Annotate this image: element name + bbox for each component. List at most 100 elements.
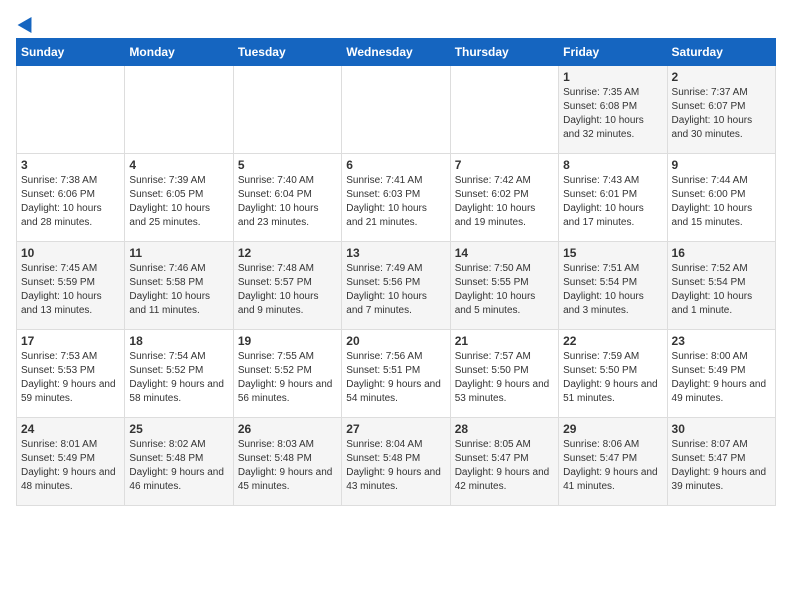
calendar-day-cell: 23 Sunrise: 8:00 AM Sunset: 5:49 PM Dayli… bbox=[667, 330, 775, 418]
day-info: Sunrise: 7:42 AM Sunset: 6:02 PM Dayligh… bbox=[455, 174, 554, 230]
day-number: 29 bbox=[563, 422, 662, 436]
calendar-day-cell: 27 Sunrise: 8:04 AM Sunset: 5:48 PM Dayli… bbox=[342, 418, 450, 506]
day-number: 10 bbox=[21, 246, 120, 260]
day-info: Sunrise: 7:53 AM Sunset: 5:53 PM Dayligh… bbox=[21, 350, 120, 406]
calendar-day-cell: 26Sunrise: 8:03 AM Sunset: 5:48 PM Dayli… bbox=[233, 418, 341, 506]
calendar-day-cell: 14 Sunrise: 7:50 AM Sunset: 5:55 PM Dayli… bbox=[450, 242, 558, 330]
day-number: 28 bbox=[455, 422, 554, 436]
calendar-day-cell: 18 Sunrise: 7:54 AM Sunset: 5:52 PM Dayli… bbox=[125, 330, 233, 418]
day-info: Sunrise: 7:40 AM Sunset: 6:04 PM Dayligh… bbox=[238, 174, 337, 230]
calendar-day-cell: 19 Sunrise: 7:55 AM Sunset: 5:52 PM Dayli… bbox=[233, 330, 341, 418]
calendar-day-cell: 25 Sunrise: 8:02 AM Sunset: 5:48 PM Dayli… bbox=[125, 418, 233, 506]
calendar-day-cell: 20Sunrise: 7:56 AM Sunset: 5:51 PM Dayli… bbox=[342, 330, 450, 418]
day-info: Sunrise: 8:01 AM Sunset: 5:49 PM Dayligh… bbox=[21, 438, 120, 494]
calendar-week-row: 1Sunrise: 7:35 AM Sunset: 6:08 PM Daylig… bbox=[17, 66, 776, 154]
day-number: 18 bbox=[129, 334, 228, 348]
calendar-header: SundayMondayTuesdayWednesdayThursdayFrid… bbox=[17, 39, 776, 66]
calendar-day-cell bbox=[342, 66, 450, 154]
calendar-day-cell bbox=[233, 66, 341, 154]
calendar-week-row: 24 Sunrise: 8:01 AM Sunset: 5:49 PM Dayli… bbox=[17, 418, 776, 506]
day-number: 7 bbox=[455, 158, 554, 172]
day-number: 17 bbox=[21, 334, 120, 348]
calendar-day-cell: 2Sunrise: 7:37 AM Sunset: 6:07 PM Daylig… bbox=[667, 66, 775, 154]
calendar-day-cell: 30 Sunrise: 8:07 AM Sunset: 5:47 PM Dayli… bbox=[667, 418, 775, 506]
calendar-day-cell: 15 Sunrise: 7:51 AM Sunset: 5:54 PM Dayli… bbox=[559, 242, 667, 330]
day-number: 9 bbox=[672, 158, 771, 172]
day-number: 5 bbox=[238, 158, 337, 172]
calendar-week-row: 10 Sunrise: 7:45 AM Sunset: 5:59 PM Dayli… bbox=[17, 242, 776, 330]
calendar-day-cell: 12 Sunrise: 7:48 AM Sunset: 5:57 PM Dayli… bbox=[233, 242, 341, 330]
day-info: Sunrise: 8:04 AM Sunset: 5:48 PM Dayligh… bbox=[346, 438, 445, 494]
day-number: 24 bbox=[21, 422, 120, 436]
day-number: 20 bbox=[346, 334, 445, 348]
calendar-week-row: 3Sunrise: 7:38 AM Sunset: 6:06 PM Daylig… bbox=[17, 154, 776, 242]
day-number: 8 bbox=[563, 158, 662, 172]
weekday-header: Friday bbox=[559, 39, 667, 66]
calendar-day-cell: 8 Sunrise: 7:43 AM Sunset: 6:01 PM Daylig… bbox=[559, 154, 667, 242]
day-number: 16 bbox=[672, 246, 771, 260]
day-info: Sunrise: 8:02 AM Sunset: 5:48 PM Dayligh… bbox=[129, 438, 228, 494]
day-info: Sunrise: 7:51 AM Sunset: 5:54 PM Dayligh… bbox=[563, 262, 662, 318]
logo-triangle-icon bbox=[18, 13, 39, 33]
weekday-header: Wednesday bbox=[342, 39, 450, 66]
calendar-day-cell: 3Sunrise: 7:38 AM Sunset: 6:06 PM Daylig… bbox=[17, 154, 125, 242]
day-number: 22 bbox=[563, 334, 662, 348]
day-info: Sunrise: 7:50 AM Sunset: 5:55 PM Dayligh… bbox=[455, 262, 554, 318]
day-number: 13 bbox=[346, 246, 445, 260]
day-number: 4 bbox=[129, 158, 228, 172]
day-number: 1 bbox=[563, 70, 662, 84]
weekday-header: Sunday bbox=[17, 39, 125, 66]
calendar-day-cell: 22 Sunrise: 7:59 AM Sunset: 5:50 PM Dayli… bbox=[559, 330, 667, 418]
day-number: 23 bbox=[672, 334, 771, 348]
logo-blue-text bbox=[16, 16, 36, 30]
weekday-header: Monday bbox=[125, 39, 233, 66]
calendar-day-cell: 5 Sunrise: 7:40 AM Sunset: 6:04 PM Daylig… bbox=[233, 154, 341, 242]
day-info: Sunrise: 7:48 AM Sunset: 5:57 PM Dayligh… bbox=[238, 262, 337, 318]
calendar-day-cell: 29Sunrise: 8:06 AM Sunset: 5:47 PM Dayli… bbox=[559, 418, 667, 506]
calendar-day-cell: 9 Sunrise: 7:44 AM Sunset: 6:00 PM Daylig… bbox=[667, 154, 775, 242]
day-number: 12 bbox=[238, 246, 337, 260]
day-number: 2 bbox=[672, 70, 771, 84]
calendar-day-cell bbox=[17, 66, 125, 154]
calendar-day-cell: 6Sunrise: 7:41 AM Sunset: 6:03 PM Daylig… bbox=[342, 154, 450, 242]
calendar-day-cell bbox=[450, 66, 558, 154]
calendar-table: SundayMondayTuesdayWednesdayThursdayFrid… bbox=[16, 38, 776, 506]
day-info: Sunrise: 7:45 AM Sunset: 5:59 PM Dayligh… bbox=[21, 262, 120, 318]
day-info: Sunrise: 7:38 AM Sunset: 6:06 PM Dayligh… bbox=[21, 174, 120, 230]
day-number: 27 bbox=[346, 422, 445, 436]
day-info: Sunrise: 8:07 AM Sunset: 5:47 PM Dayligh… bbox=[672, 438, 771, 494]
day-info: Sunrise: 7:49 AM Sunset: 5:56 PM Dayligh… bbox=[346, 262, 445, 318]
day-number: 30 bbox=[672, 422, 771, 436]
day-info: Sunrise: 7:55 AM Sunset: 5:52 PM Dayligh… bbox=[238, 350, 337, 406]
day-info: Sunrise: 7:52 AM Sunset: 5:54 PM Dayligh… bbox=[672, 262, 771, 318]
day-info: Sunrise: 7:46 AM Sunset: 5:58 PM Dayligh… bbox=[129, 262, 228, 318]
calendar-day-cell: 13 Sunrise: 7:49 AM Sunset: 5:56 PM Dayli… bbox=[342, 242, 450, 330]
calendar-day-cell: 24 Sunrise: 8:01 AM Sunset: 5:49 PM Dayli… bbox=[17, 418, 125, 506]
day-number: 19 bbox=[238, 334, 337, 348]
calendar-day-cell: 17 Sunrise: 7:53 AM Sunset: 5:53 PM Dayli… bbox=[17, 330, 125, 418]
day-number: 15 bbox=[563, 246, 662, 260]
day-info: Sunrise: 7:57 AM Sunset: 5:50 PM Dayligh… bbox=[455, 350, 554, 406]
calendar-day-cell: 28 Sunrise: 8:05 AM Sunset: 5:47 PM Dayli… bbox=[450, 418, 558, 506]
calendar-day-cell: 4Sunrise: 7:39 AM Sunset: 6:05 PM Daylig… bbox=[125, 154, 233, 242]
weekday-header: Thursday bbox=[450, 39, 558, 66]
day-info: Sunrise: 8:00 AM Sunset: 5:49 PM Dayligh… bbox=[672, 350, 771, 406]
day-info: Sunrise: 7:59 AM Sunset: 5:50 PM Dayligh… bbox=[563, 350, 662, 406]
weekday-header: Tuesday bbox=[233, 39, 341, 66]
day-info: Sunrise: 7:44 AM Sunset: 6:00 PM Dayligh… bbox=[672, 174, 771, 230]
calendar-day-cell bbox=[125, 66, 233, 154]
weekday-header: Saturday bbox=[667, 39, 775, 66]
calendar-day-cell: 16 Sunrise: 7:52 AM Sunset: 5:54 PM Dayli… bbox=[667, 242, 775, 330]
day-number: 25 bbox=[129, 422, 228, 436]
day-info: Sunrise: 8:03 AM Sunset: 5:48 PM Dayligh… bbox=[238, 438, 337, 494]
day-info: Sunrise: 7:43 AM Sunset: 6:01 PM Dayligh… bbox=[563, 174, 662, 230]
day-number: 14 bbox=[455, 246, 554, 260]
day-info: Sunrise: 7:54 AM Sunset: 5:52 PM Dayligh… bbox=[129, 350, 228, 406]
calendar-week-row: 17 Sunrise: 7:53 AM Sunset: 5:53 PM Dayli… bbox=[17, 330, 776, 418]
day-info: Sunrise: 8:05 AM Sunset: 5:47 PM Dayligh… bbox=[455, 438, 554, 494]
day-number: 21 bbox=[455, 334, 554, 348]
day-info: Sunrise: 7:41 AM Sunset: 6:03 PM Dayligh… bbox=[346, 174, 445, 230]
calendar-day-cell: 11Sunrise: 7:46 AM Sunset: 5:58 PM Dayli… bbox=[125, 242, 233, 330]
calendar-day-cell: 7 Sunrise: 7:42 AM Sunset: 6:02 PM Daylig… bbox=[450, 154, 558, 242]
calendar-day-cell: 10 Sunrise: 7:45 AM Sunset: 5:59 PM Dayli… bbox=[17, 242, 125, 330]
